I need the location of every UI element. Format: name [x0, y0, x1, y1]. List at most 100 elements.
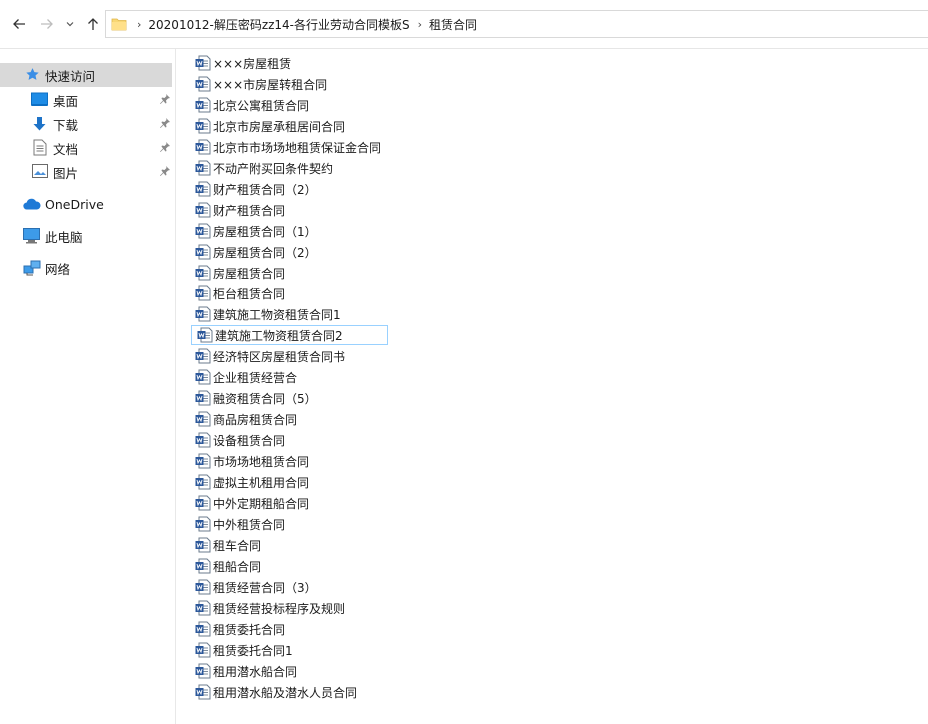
pin-icon[interactable]	[159, 141, 171, 156]
up-arrow-icon	[88, 18, 98, 30]
file-name: 中外定期租船合同	[213, 496, 310, 511]
nav-this-pc[interactable]: 此电脑	[0, 224, 174, 248]
word-document-icon	[195, 642, 211, 658]
computer-icon	[23, 228, 40, 244]
pin-icon[interactable]	[159, 117, 171, 132]
word-document-icon	[195, 684, 211, 700]
nav-quick-access[interactable]: 快速访问	[0, 63, 172, 87]
nav-pictures[interactable]: 图片	[0, 160, 174, 184]
pin-icon[interactable]	[159, 165, 171, 180]
file-item[interactable]: 不动产附买回条件契约	[190, 158, 450, 178]
nav-onedrive[interactable]: OneDrive	[0, 192, 174, 216]
file-item[interactable]: 租用潜水船合同	[190, 661, 450, 681]
nav-label: 文档	[53, 141, 79, 157]
word-document-icon	[195, 621, 211, 637]
word-document-icon	[195, 432, 211, 448]
file-item[interactable]: 市场场地租赁合同	[190, 451, 450, 471]
file-name: 租赁委托合同	[213, 622, 286, 637]
navigation-pane: 快速访问 桌面 下载 文档 图片 OneDrive 此电脑 网络	[0, 49, 176, 724]
file-name: 北京市房屋承租居间合同	[213, 119, 346, 134]
word-document-icon	[195, 390, 211, 406]
breadcrumb-current[interactable]: 租赁合同	[429, 16, 477, 33]
file-name: 租赁委托合同1	[213, 643, 293, 658]
nav-downloads[interactable]: 下载	[0, 112, 174, 136]
file-name: ×××市房屋转租合同	[213, 77, 328, 92]
document-icon	[33, 139, 47, 156]
pin-icon[interactable]	[159, 93, 171, 108]
nav-documents[interactable]: 文档	[0, 136, 174, 160]
file-item[interactable]: 租赁委托合同	[190, 619, 450, 639]
chevron-right-icon[interactable]: ›	[418, 18, 422, 31]
word-document-icon	[195, 600, 211, 616]
word-document-icon	[195, 411, 211, 427]
file-item[interactable]: 租赁经营合同（3）	[190, 577, 450, 597]
file-item[interactable]: 财产租赁合同	[190, 200, 450, 220]
file-item[interactable]: 中外定期租船合同	[190, 493, 450, 513]
back-button[interactable]	[8, 12, 30, 36]
nav-label: 网络	[45, 261, 71, 277]
file-item[interactable]: 房屋租赁合同（1）	[190, 221, 450, 241]
network-icon	[23, 260, 41, 276]
file-name: 租船合同	[213, 559, 262, 574]
file-item[interactable]: ×××房屋租赁	[190, 53, 450, 73]
nav-label: 此电脑	[45, 229, 83, 245]
file-item[interactable]: 北京市房屋承租居间合同	[190, 116, 450, 136]
word-document-icon	[195, 474, 211, 490]
chevron-right-icon[interactable]: ›	[137, 18, 141, 31]
file-item[interactable]: 商品房租赁合同	[190, 409, 450, 429]
file-item[interactable]: 融资租赁合同（5）	[190, 388, 450, 408]
word-document-icon	[195, 181, 211, 197]
recent-locations-button[interactable]	[62, 12, 78, 36]
file-item[interactable]: 财产租赁合同（2）	[190, 179, 450, 199]
file-item[interactable]: 虚拟主机租用合同	[190, 472, 450, 492]
file-item[interactable]: 中外租赁合同	[190, 514, 450, 534]
nav-label: 快速访问	[45, 68, 96, 84]
word-document-icon	[195, 223, 211, 239]
file-name: 建筑施工物资租赁合同2	[215, 328, 343, 343]
address-field[interactable]: › 20201012-解压密码zz14-各行业劳动合同模板S › 租赁合同	[105, 10, 928, 38]
picture-icon	[32, 164, 48, 178]
file-item-focused[interactable]: 建筑施工物资租赁合同2	[191, 325, 388, 345]
file-item[interactable]: 北京公寓租赁合同	[190, 95, 450, 115]
nav-label: 图片	[53, 165, 79, 181]
file-item[interactable]: 租赁经营投标程序及规则	[190, 598, 450, 618]
word-document-icon	[195, 579, 211, 595]
folder-icon	[111, 16, 127, 32]
file-item[interactable]: 租赁委托合同1	[190, 640, 450, 660]
file-name: 企业租赁经营合	[213, 370, 298, 385]
file-name: 租用潜水船合同	[213, 664, 298, 679]
file-item[interactable]: 北京市市场场地租赁保证金合同	[190, 137, 450, 157]
file-item[interactable]: 柜台租赁合同	[190, 283, 450, 303]
nav-desktop[interactable]: 桌面	[0, 88, 174, 112]
cloud-icon	[23, 198, 41, 210]
up-button[interactable]	[82, 12, 104, 36]
file-name: 房屋租赁合同	[213, 266, 286, 281]
file-name: 租赁经营合同（3）	[213, 580, 317, 595]
file-item[interactable]: 房屋租赁合同（2）	[190, 242, 450, 262]
file-name: 房屋租赁合同（1）	[213, 224, 317, 239]
word-document-icon	[195, 663, 211, 679]
file-item[interactable]: 企业租赁经营合	[190, 367, 450, 387]
file-item[interactable]: ×××市房屋转租合同	[190, 74, 450, 94]
nav-label: 桌面	[53, 93, 79, 109]
forward-button[interactable]	[36, 12, 58, 36]
nav-network[interactable]: 网络	[0, 256, 174, 280]
file-item[interactable]: 房屋租赁合同	[190, 263, 450, 283]
file-name: 北京公寓租赁合同	[213, 98, 310, 113]
file-item[interactable]: 租车合同	[190, 535, 450, 555]
word-document-icon	[195, 118, 211, 134]
word-document-icon	[197, 327, 213, 343]
file-name: 北京市市场场地租赁保证金合同	[213, 140, 382, 155]
file-item[interactable]: 经济特区房屋租赁合同书	[190, 346, 450, 366]
file-item[interactable]: 租用潜水船及潜水人员合同	[190, 682, 450, 702]
file-item[interactable]: 建筑施工物资租赁合同1	[190, 304, 450, 324]
word-document-icon	[195, 558, 211, 574]
breadcrumb-parent[interactable]: 20201012-解压密码zz14-各行业劳动合同模板S	[148, 16, 409, 33]
word-document-icon	[195, 265, 211, 281]
file-item[interactable]: 设备租赁合同	[190, 430, 450, 450]
word-document-icon	[195, 369, 211, 385]
nav-label: OneDrive	[45, 196, 104, 212]
file-item[interactable]: 租船合同	[190, 556, 450, 576]
file-name: 经济特区房屋租赁合同书	[213, 349, 346, 364]
desktop-icon	[31, 92, 48, 107]
